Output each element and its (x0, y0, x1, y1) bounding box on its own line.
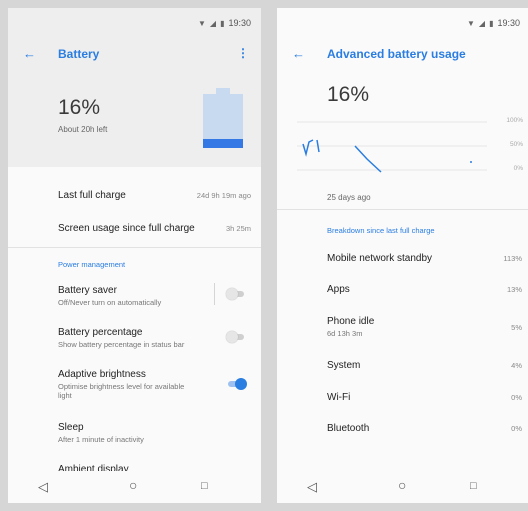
battery-series-line-3 (354, 145, 382, 173)
back-arrow-icon[interactable]: ← (23, 46, 36, 61)
usage-item-label: Phone idle (327, 316, 375, 327)
screen-usage-label: Screen usage since full charge (58, 223, 195, 234)
adaptive-brightness-subtitle-2: light (58, 391, 72, 400)
nav-home-icon[interactable]: ○ (398, 477, 406, 493)
battery-series-line-1 (302, 139, 314, 157)
signal-icon: ◢ (478, 18, 486, 28)
screen-usage-value: 3h 25m (225, 224, 251, 233)
usage-item-value: 13% (506, 285, 522, 294)
divider (8, 247, 261, 248)
page-title: Advanced battery usage (327, 47, 466, 61)
adaptive-brightness-toggle[interactable] (226, 378, 247, 390)
divider-vertical (214, 283, 215, 305)
usage-item-value: 5% (511, 323, 522, 332)
usage-item-label: Bluetooth (327, 423, 370, 434)
usage-item-sub: 6d 13h 3m (327, 329, 363, 338)
battery-saver-toggle[interactable] (226, 288, 246, 300)
nav-home-icon[interactable]: ○ (129, 477, 137, 493)
usage-item-label: Mobile network standby (327, 253, 433, 264)
chart-x-label: 25 days ago (327, 193, 371, 202)
usage-item-label: Wi-Fi (327, 392, 351, 403)
page-title: Battery (58, 47, 100, 61)
section-power-management: Power management (58, 260, 126, 269)
battery-percent: 16% (58, 96, 101, 119)
battery-status-icon: ▮ (489, 18, 494, 28)
usage-item-value: 113% (503, 254, 522, 263)
time-left: About 20h left (58, 125, 108, 134)
advanced-battery-usage-screen: ▼ ◢ ▮ 19:30 ← Advanced battery usage 16%… (277, 8, 528, 503)
battery-percentage-subtitle: Show battery percentage in status bar (58, 340, 185, 349)
usage-item-value: 0% (511, 393, 522, 402)
battery-saver-title: Battery saver (58, 285, 117, 296)
wifi-icon: ▼ (466, 18, 475, 28)
battery-percent: 16% (327, 83, 370, 106)
last-full-charge-label: Last full charge (58, 190, 126, 201)
status-time: 19:30 (497, 18, 520, 28)
divider (277, 209, 528, 210)
nav-back-icon[interactable]: ◁ (307, 479, 317, 495)
battery-chart-svg (297, 121, 487, 173)
battery-saver-subtitle: Off/Never turn on automatically (58, 298, 162, 307)
sleep-title: Sleep (58, 422, 84, 433)
nav-back-icon[interactable]: ◁ (38, 479, 48, 495)
battery-percentage-toggle[interactable] (226, 331, 246, 343)
section-breakdown: Breakdown since last full charge (327, 226, 435, 235)
nav-bar: ◁ ○ □ (277, 471, 528, 503)
battery-icon (203, 88, 243, 148)
nav-bar: ◁ ○ □ (8, 471, 261, 503)
adaptive-brightness-title: Adaptive brightness (58, 369, 146, 380)
more-vert-icon[interactable]: ⋮ (237, 46, 249, 60)
battery-level-fill (203, 139, 243, 148)
battery-screen: ▼ ◢ ▮ 19:30 ← Battery ⋮ 16% About 20h le… (8, 8, 261, 503)
nav-recents-icon[interactable]: □ (201, 480, 208, 492)
adaptive-brightness-subtitle: Optimise brightness level for available (58, 382, 185, 391)
sleep-subtitle: After 1 minute of inactivity (58, 435, 144, 444)
usage-item-label: Apps (327, 284, 350, 295)
y-tick-50: 50% (509, 141, 523, 148)
status-time: 19:30 (228, 18, 251, 28)
nav-recents-icon[interactable]: □ (470, 480, 477, 492)
battery-percentage-title: Battery percentage (58, 327, 143, 338)
battery-status-icon: ▮ (220, 18, 225, 28)
status-bar: ▼ ◢ ▮ 19:30 (277, 8, 528, 38)
battery-series-point (470, 161, 472, 163)
app-bar: ← Advanced battery usage (277, 38, 528, 72)
usage-item-value: 4% (511, 361, 522, 370)
usage-item-value: 0% (511, 424, 522, 433)
app-bar: ← Battery ⋮ (8, 38, 261, 72)
back-arrow-icon[interactable]: ← (292, 46, 305, 61)
signal-icon: ◢ (209, 18, 217, 28)
last-full-charge-value: 24d 9h 19m ago (196, 191, 251, 200)
y-tick-100: 100% (506, 117, 523, 124)
battery-series-line-2 (316, 139, 320, 153)
status-bar: ▼ ◢ ▮ 19:30 (8, 8, 261, 38)
y-tick-0: 0% (513, 165, 523, 172)
usage-item-label: System (327, 360, 361, 371)
wifi-icon: ▼ (197, 18, 206, 28)
